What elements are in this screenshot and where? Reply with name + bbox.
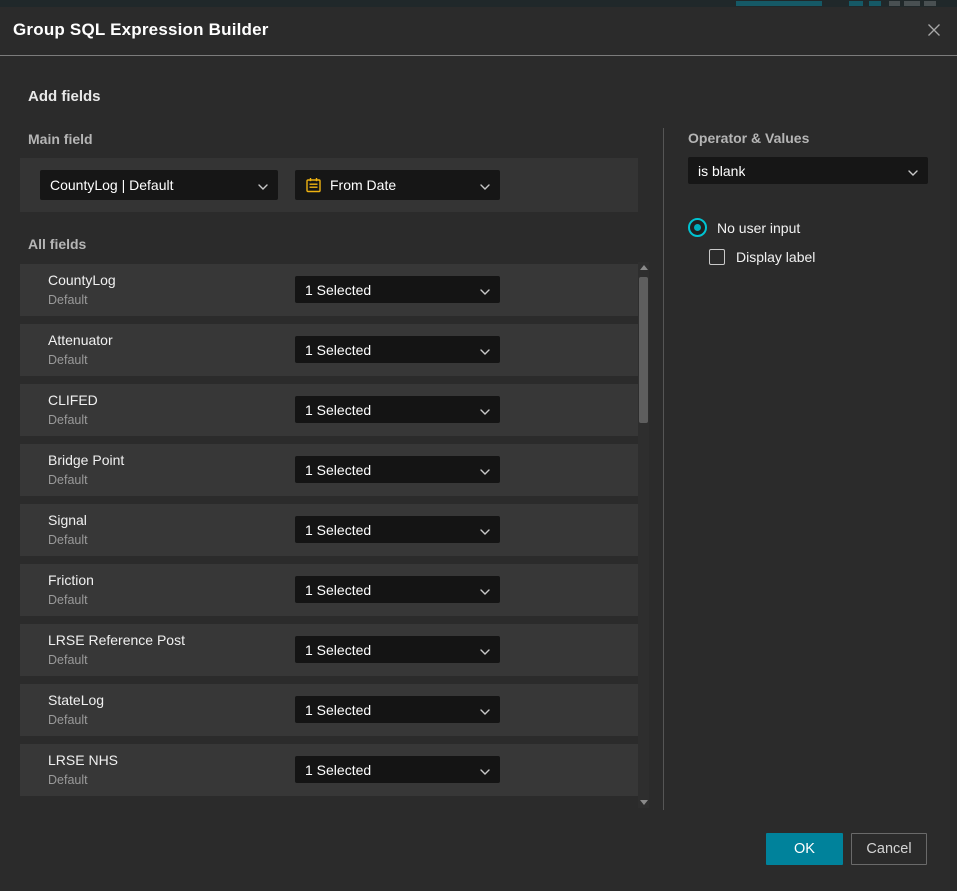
chevron-down-icon xyxy=(480,462,490,478)
field-name: CLIFED xyxy=(48,392,98,408)
field-selection-value: 1 Selected xyxy=(305,702,371,718)
field-name: Attenuator xyxy=(48,332,113,348)
main-field-box: CountyLog | Default From Date xyxy=(20,158,638,212)
dialog-title-bar: Group SQL Expression Builder xyxy=(0,7,957,56)
field-selection-value: 1 Selected xyxy=(305,582,371,598)
chevron-down-icon xyxy=(480,342,490,358)
field-selection-value: 1 Selected xyxy=(305,642,371,658)
chevron-down-icon xyxy=(258,177,268,193)
display-label-label: Display label xyxy=(736,249,815,265)
main-field-select-value: From Date xyxy=(330,177,396,193)
chevron-down-icon xyxy=(480,582,490,598)
main-field-heading: Main field xyxy=(28,131,93,147)
field-selection-dropdown[interactable]: 1 Selected xyxy=(295,396,500,423)
field-subtitle: Default xyxy=(48,473,88,487)
chevron-down-icon xyxy=(480,522,490,538)
no-user-input-label: No user input xyxy=(717,220,800,236)
chevron-down-icon xyxy=(480,402,490,418)
cancel-button[interactable]: Cancel xyxy=(851,833,927,865)
scrollbar-thumb[interactable] xyxy=(639,277,648,423)
field-subtitle: Default xyxy=(48,713,88,727)
field-name: Bridge Point xyxy=(48,452,124,468)
field-subtitle: Default xyxy=(48,533,88,547)
field-subtitle: Default xyxy=(48,653,88,667)
field-row-attenuator: Attenuator Default 1 Selected xyxy=(20,324,638,376)
operator-select-value: is blank xyxy=(698,163,745,179)
scroll-up-arrow-icon[interactable] xyxy=(640,265,648,270)
add-fields-heading: Add fields xyxy=(28,88,101,105)
background-toolbar-fragment xyxy=(924,1,936,6)
background-app-strip xyxy=(0,0,957,7)
field-subtitle: Default xyxy=(48,293,88,307)
scroll-down-arrow-icon[interactable] xyxy=(640,800,648,805)
radio-selected-icon xyxy=(688,218,707,237)
field-row-lrse-reference-post: LRSE Reference Post Default 1 Selected xyxy=(20,624,638,676)
chevron-down-icon xyxy=(908,163,918,179)
field-selection-dropdown[interactable]: 1 Selected xyxy=(295,516,500,543)
field-row-countylog: CountyLog Default 1 Selected xyxy=(20,264,638,316)
operator-values-heading: Operator & Values xyxy=(688,130,809,146)
field-row-lrse-nhs: LRSE NHS Default 1 Selected xyxy=(20,744,638,796)
field-name: Signal xyxy=(48,512,87,528)
field-row-bridge-point: Bridge Point Default 1 Selected xyxy=(20,444,638,496)
all-fields-heading: All fields xyxy=(28,236,86,252)
calendar-date-icon xyxy=(305,177,322,194)
field-row-friction: Friction Default 1 Selected xyxy=(20,564,638,616)
field-selection-dropdown[interactable]: 1 Selected xyxy=(295,336,500,363)
field-selection-dropdown[interactable]: 1 Selected xyxy=(295,576,500,603)
field-selection-value: 1 Selected xyxy=(305,522,371,538)
field-name: StateLog xyxy=(48,692,104,708)
field-name: LRSE NHS xyxy=(48,752,118,768)
field-name: Friction xyxy=(48,572,94,588)
main-field-select[interactable]: From Date xyxy=(295,170,500,200)
operator-select[interactable]: is blank xyxy=(688,157,928,184)
field-selection-value: 1 Selected xyxy=(305,762,371,778)
field-selection-dropdown[interactable]: 1 Selected xyxy=(295,756,500,783)
chevron-down-icon xyxy=(480,282,490,298)
field-selection-value: 1 Selected xyxy=(305,462,371,478)
field-row-signal: Signal Default 1 Selected xyxy=(20,504,638,556)
background-toolbar-fragment xyxy=(849,1,863,6)
chevron-down-icon xyxy=(480,702,490,718)
panel-divider xyxy=(663,128,664,810)
field-subtitle: Default xyxy=(48,593,88,607)
background-toolbar-fragment xyxy=(869,1,881,6)
close-icon xyxy=(925,21,943,42)
background-toolbar-fragment xyxy=(736,1,822,6)
no-user-input-radio[interactable]: No user input xyxy=(688,218,800,237)
field-name: CountyLog xyxy=(48,272,116,288)
field-row-statelog: StateLog Default 1 Selected xyxy=(20,684,638,736)
fields-list-scrollbar[interactable] xyxy=(638,262,649,808)
dialog-title: Group SQL Expression Builder xyxy=(13,20,269,40)
main-layer-select[interactable]: CountyLog | Default xyxy=(40,170,278,200)
close-button[interactable] xyxy=(923,20,945,42)
ok-button[interactable]: OK xyxy=(766,833,843,865)
chevron-down-icon xyxy=(480,642,490,658)
field-selection-value: 1 Selected xyxy=(305,282,371,298)
background-toolbar-fragment xyxy=(904,1,920,6)
chevron-down-icon xyxy=(480,762,490,778)
field-subtitle: Default xyxy=(48,353,88,367)
field-selection-dropdown[interactable]: 1 Selected xyxy=(295,276,500,303)
group-sql-expression-builder-dialog: Group SQL Expression Builder Add fields … xyxy=(0,7,957,891)
field-selection-dropdown[interactable]: 1 Selected xyxy=(295,636,500,663)
field-selection-value: 1 Selected xyxy=(305,402,371,418)
main-layer-select-value: CountyLog | Default xyxy=(50,177,174,193)
field-subtitle: Default xyxy=(48,413,88,427)
chevron-down-icon xyxy=(480,177,490,193)
display-label-checkbox[interactable]: Display label xyxy=(709,249,815,265)
background-toolbar-fragment xyxy=(889,1,900,6)
field-selection-value: 1 Selected xyxy=(305,342,371,358)
field-name: LRSE Reference Post xyxy=(48,632,185,648)
field-row-clifed: CLIFED Default 1 Selected xyxy=(20,384,638,436)
checkbox-unchecked-icon xyxy=(709,249,725,265)
field-selection-dropdown[interactable]: 1 Selected xyxy=(295,696,500,723)
field-subtitle: Default xyxy=(48,773,88,787)
field-selection-dropdown[interactable]: 1 Selected xyxy=(295,456,500,483)
